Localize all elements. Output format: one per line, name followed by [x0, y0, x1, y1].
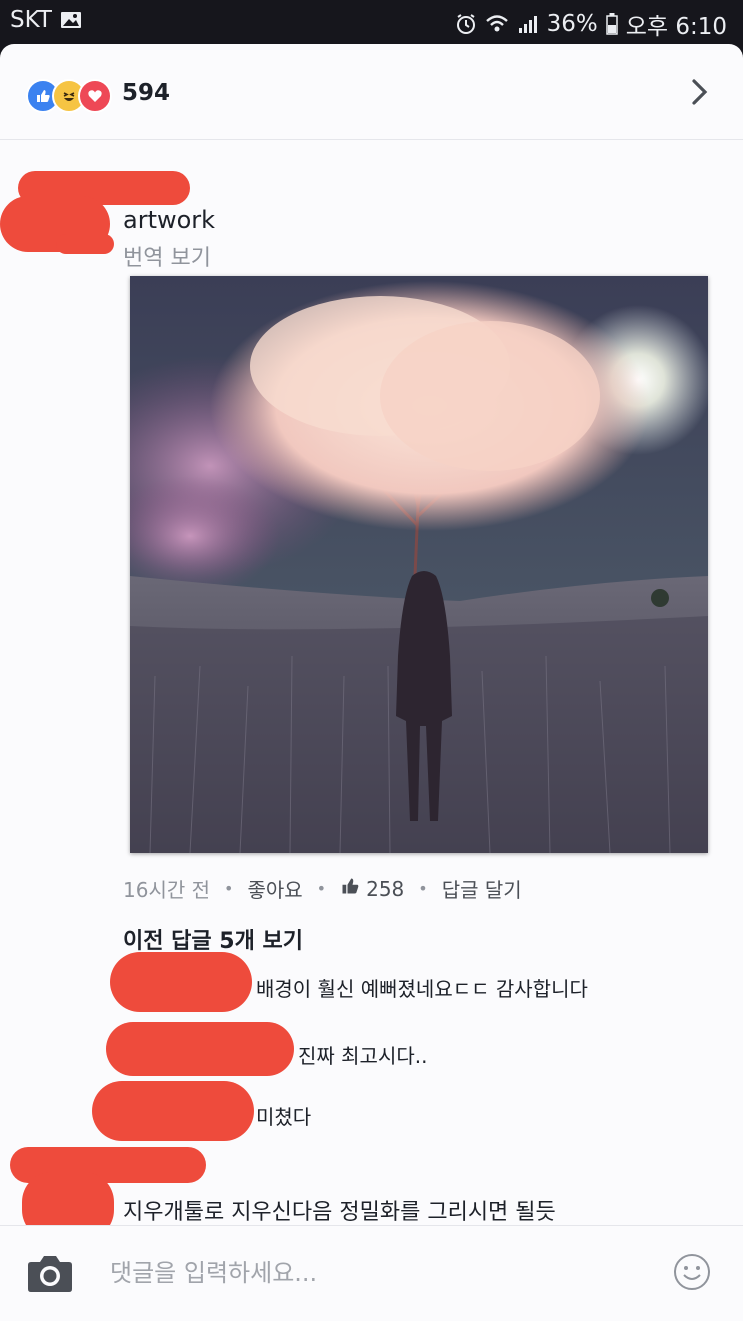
- reaction-icons: [26, 79, 112, 113]
- artwork-image[interactable]: [130, 276, 708, 853]
- redacted-author-extra: [56, 234, 114, 254]
- view-previous-replies[interactable]: 이전 답글 5개 보기: [123, 923, 303, 955]
- comment-input[interactable]: [110, 1253, 650, 1293]
- wifi-icon: [485, 13, 509, 35]
- battery-icon: [605, 13, 618, 35]
- post-time: 16시간 전: [123, 878, 211, 902]
- reply-button[interactable]: 답글 달기: [442, 874, 522, 903]
- signal-icon: [517, 14, 539, 34]
- battery-percent: 36%: [546, 11, 598, 37]
- alarm-icon: [455, 13, 477, 35]
- comment-composer: [0, 1225, 743, 1321]
- thumbs-up-icon: [340, 876, 360, 901]
- camera-icon[interactable]: [27, 1253, 73, 1297]
- image-notification-icon: [60, 10, 82, 30]
- like-button[interactable]: 좋아요: [247, 874, 302, 903]
- reply-text: 진짜 최고시다..: [298, 1044, 428, 1068]
- separator-dot: •: [316, 879, 327, 898]
- post-text: artwork: [123, 206, 216, 234]
- separator-dot: •: [224, 879, 234, 898]
- like-count-value: 258: [366, 876, 405, 901]
- chevron-right-icon[interactable]: [689, 78, 709, 110]
- redacted-reply-author: [110, 952, 252, 1012]
- reaction-count: 594: [122, 80, 171, 106]
- post-meta: 16시간 전 • 좋아요 • 258 • 답글 달기: [123, 874, 522, 903]
- like-count: 258: [340, 876, 404, 901]
- comments-sheet: 594 artwork 번역 보기 16시간 전 • 좋아요 • 258 • 답…: [0, 44, 743, 1321]
- reply-text: 배경이 훨신 예뻐졌네요ㄷㄷ 감사합니다: [256, 977, 588, 1001]
- sticker-icon[interactable]: [673, 1253, 711, 1295]
- redacted-reply-author: [92, 1081, 254, 1141]
- status-bar: SKT 36% 오후 6:10: [0, 0, 743, 44]
- redacted-reply-author: [106, 1022, 294, 1076]
- reactions-bar[interactable]: 594: [0, 44, 743, 140]
- reply-text: 지우개툴로 지우신다음 정밀화를 그리시면 될듯: [123, 1200, 556, 1225]
- reply-text: 미쳤다: [256, 1105, 312, 1129]
- separator-dot: •: [418, 879, 428, 898]
- translate-link[interactable]: 번역 보기: [123, 240, 211, 272]
- clock: 오후 6:10: [625, 14, 727, 40]
- love-icon: [78, 79, 112, 113]
- carrier-label: SKT: [10, 7, 52, 33]
